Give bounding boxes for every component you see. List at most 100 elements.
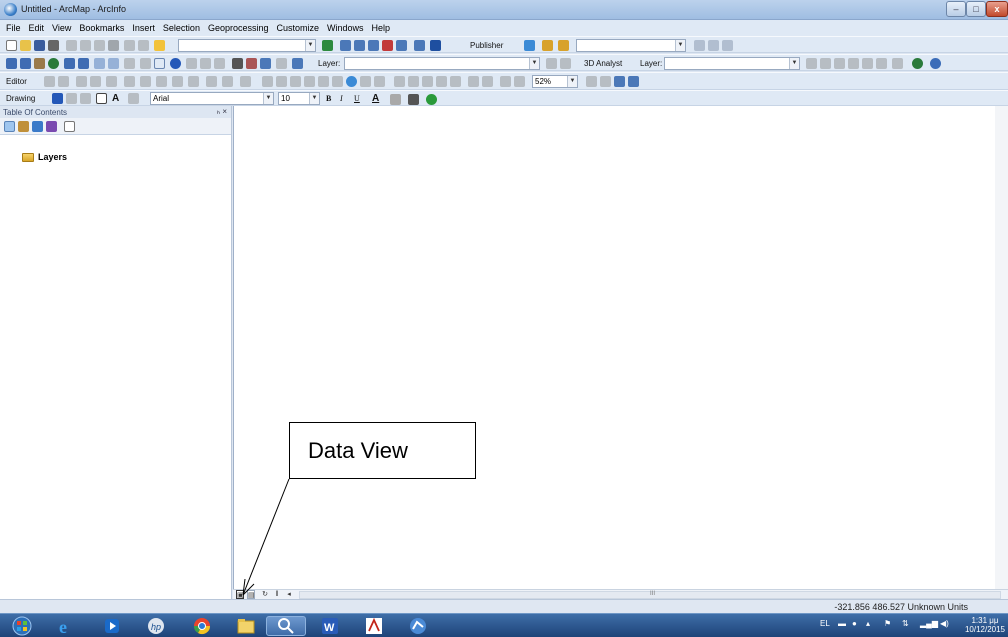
layout-tool-8-icon[interactable] bbox=[500, 76, 511, 87]
html-popup-icon[interactable] bbox=[200, 58, 211, 69]
layer-dropdown-arrow[interactable]: ▼ bbox=[529, 58, 539, 69]
split-icon[interactable] bbox=[172, 76, 183, 87]
menu-help[interactable]: Help bbox=[368, 20, 395, 33]
zoom-out-icon[interactable] bbox=[20, 58, 31, 69]
zoom-whole-page-icon[interactable] bbox=[80, 93, 91, 104]
arcmap-icon[interactable] bbox=[398, 616, 438, 636]
rotate-element-icon[interactable] bbox=[66, 93, 77, 104]
geo-tool-2-icon[interactable] bbox=[276, 76, 287, 87]
clear-selection-icon[interactable] bbox=[140, 58, 151, 69]
back-extent-icon[interactable] bbox=[94, 58, 105, 69]
time-slider-icon[interactable] bbox=[276, 58, 287, 69]
media-player-icon[interactable] bbox=[92, 616, 132, 636]
network-tool-2-icon[interactable] bbox=[708, 40, 719, 51]
acrobat-icon[interactable] bbox=[354, 616, 394, 636]
toc-pin-close-icon[interactable]: ₕ × bbox=[217, 107, 227, 116]
zoom-in-icon[interactable] bbox=[6, 58, 17, 69]
zoom-dropdown-arrow[interactable]: ▼ bbox=[567, 76, 577, 87]
catalog-window-icon[interactable] bbox=[354, 40, 365, 51]
layout-tool-6-icon[interactable] bbox=[468, 76, 479, 87]
map-data-view[interactable] bbox=[233, 106, 1008, 589]
arcglobe-icon[interactable] bbox=[930, 58, 941, 69]
network-icon[interactable]: ⇅ bbox=[902, 619, 909, 628]
3d-profile-icon[interactable] bbox=[892, 58, 903, 69]
toc-window-icon[interactable] bbox=[340, 40, 351, 51]
layout-tool-11-icon[interactable] bbox=[600, 76, 611, 87]
3d-tool-2-icon[interactable] bbox=[820, 58, 831, 69]
file-explorer-icon[interactable] bbox=[226, 616, 266, 636]
trace-icon[interactable] bbox=[90, 76, 101, 87]
layout-tool-2-icon[interactable] bbox=[408, 76, 419, 87]
geo-tool-8-icon[interactable] bbox=[374, 76, 385, 87]
3d-analyst-label[interactable]: 3D Analyst bbox=[584, 59, 622, 68]
fixed-zoom-in-icon[interactable] bbox=[64, 58, 75, 69]
select-elements-arrow-icon[interactable] bbox=[154, 58, 165, 69]
3d-tool-3-icon[interactable] bbox=[834, 58, 845, 69]
measure-icon[interactable] bbox=[214, 58, 225, 69]
add-data-icon[interactable] bbox=[154, 40, 165, 51]
attributes-icon[interactable] bbox=[206, 76, 217, 87]
full-extent-icon[interactable] bbox=[48, 58, 59, 69]
layer-tool-1-icon[interactable] bbox=[546, 58, 557, 69]
layout-tool-12-icon[interactable] bbox=[614, 76, 625, 87]
layout-tool-1-icon[interactable] bbox=[394, 76, 405, 87]
line-color-icon[interactable] bbox=[408, 94, 419, 105]
show-hidden-icons[interactable]: ▴ bbox=[866, 619, 870, 628]
list-by-visibility-icon[interactable] bbox=[32, 121, 43, 132]
arcscene-icon[interactable] bbox=[912, 58, 923, 69]
signal-icon[interactable]: ▂▄▆ bbox=[920, 619, 938, 628]
forward-extent-icon[interactable] bbox=[108, 58, 119, 69]
chrome-icon[interactable] bbox=[182, 616, 222, 636]
publisher-dropdown-arrow[interactable]: ▼ bbox=[675, 40, 685, 51]
menu-geoprocessing[interactable]: Geoprocessing bbox=[204, 20, 273, 33]
publisher-tool-icon[interactable] bbox=[524, 40, 535, 51]
arctoolbox-icon[interactable] bbox=[382, 40, 393, 51]
pan-hand-icon[interactable] bbox=[34, 58, 45, 69]
layout-tool-4-icon[interactable] bbox=[436, 76, 447, 87]
straight-segment-icon[interactable] bbox=[76, 76, 87, 87]
layout-zoom-combo[interactable]: 52% ▼ bbox=[532, 75, 578, 88]
cut-icon[interactable] bbox=[66, 40, 77, 51]
print-icon[interactable] bbox=[48, 40, 59, 51]
layout-tool-7-icon[interactable] bbox=[482, 76, 493, 87]
keyboard-icon[interactable]: ▬ bbox=[838, 619, 846, 628]
reshape-icon[interactable] bbox=[140, 76, 151, 87]
editor-toolbar-icon[interactable] bbox=[322, 40, 333, 51]
identify-icon[interactable] bbox=[170, 58, 181, 69]
hyperlink-icon[interactable] bbox=[186, 58, 197, 69]
menu-insert[interactable]: Insert bbox=[128, 20, 159, 33]
vertical-scrollbar[interactable] bbox=[995, 106, 1008, 589]
fixed-zoom-out-icon[interactable] bbox=[78, 58, 89, 69]
new-text-icon[interactable]: A bbox=[112, 93, 119, 104]
marker-color-icon[interactable] bbox=[426, 94, 437, 105]
redo-icon[interactable] bbox=[138, 40, 149, 51]
language-indicator[interactable]: EL bbox=[820, 619, 830, 628]
network-tool-3-icon[interactable] bbox=[722, 40, 733, 51]
point-tool-icon[interactable] bbox=[106, 76, 117, 87]
font-color-button[interactable]: A bbox=[372, 93, 379, 104]
fill-color-icon[interactable] bbox=[390, 94, 401, 105]
select-elements-icon[interactable] bbox=[52, 93, 63, 104]
undo-icon[interactable] bbox=[124, 40, 135, 51]
menu-windows[interactable]: Windows bbox=[323, 20, 368, 33]
layers-data-frame[interactable]: Layers bbox=[22, 152, 67, 162]
help-tray-icon[interactable]: ● bbox=[852, 619, 857, 628]
search-window-icon[interactable] bbox=[368, 40, 379, 51]
whats-this-icon[interactable] bbox=[430, 40, 441, 51]
maximize-button[interactable]: □ bbox=[966, 1, 986, 17]
list-by-source-icon[interactable] bbox=[18, 121, 29, 132]
internet-explorer-icon[interactable]: e bbox=[46, 616, 86, 636]
3d-tool-6-icon[interactable] bbox=[876, 58, 887, 69]
geo-tool-6-icon[interactable] bbox=[332, 76, 343, 87]
drawing-menu-label[interactable]: Drawing bbox=[6, 94, 35, 103]
underline-button[interactable]: U bbox=[354, 94, 360, 103]
word-icon[interactable]: W bbox=[310, 616, 350, 636]
rotate-icon[interactable] bbox=[188, 76, 199, 87]
editor-menu-label[interactable]: Editor bbox=[6, 77, 27, 86]
menu-edit[interactable]: Edit bbox=[25, 20, 49, 33]
list-by-drawing-order-icon[interactable] bbox=[4, 121, 15, 132]
arcmap-app-icon[interactable] bbox=[4, 3, 17, 16]
geo-tool-5-icon[interactable] bbox=[318, 76, 329, 87]
publisher-share-icon[interactable] bbox=[542, 40, 553, 51]
paste-icon[interactable] bbox=[94, 40, 105, 51]
